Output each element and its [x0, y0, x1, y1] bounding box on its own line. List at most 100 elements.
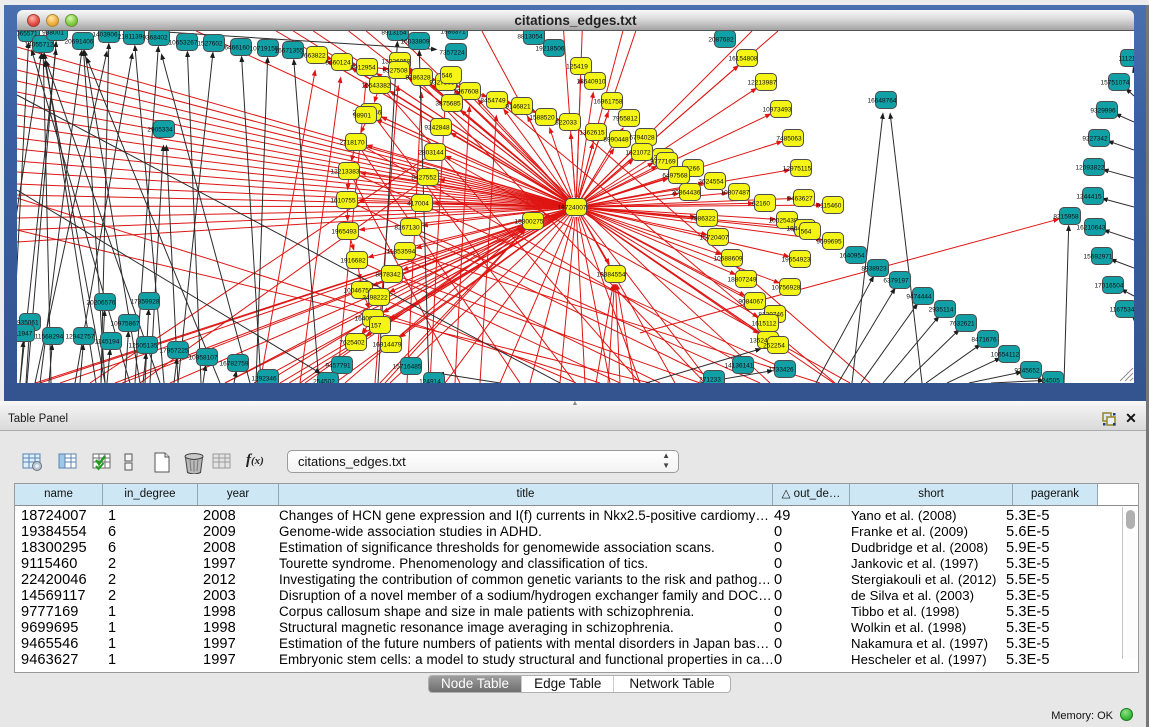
svg-text:17359928: 17359928	[131, 299, 160, 306]
svg-text:18640910: 18640910	[577, 79, 606, 86]
svg-text:7625402: 7625402	[339, 340, 365, 347]
svg-text:9329996: 9329996	[1090, 108, 1116, 115]
svg-text:7485063: 7485063	[776, 136, 802, 143]
svg-text:3624554: 3624554	[698, 179, 724, 186]
svg-text:10958107: 10958107	[189, 355, 218, 362]
svg-text:822033: 822033	[555, 120, 577, 127]
svg-text:9242848: 9242848	[424, 125, 450, 132]
svg-text:7663822: 7663822	[300, 53, 326, 60]
svg-text:18807249: 18807249	[728, 277, 757, 284]
svg-text:157: 157	[371, 323, 382, 330]
svg-text:20691406: 20691406	[65, 39, 94, 46]
svg-text:7955812: 7955812	[612, 116, 638, 123]
svg-text:8912954: 8912954	[350, 65, 376, 72]
svg-text:8813054: 8813054	[517, 34, 543, 41]
svg-text:9146821: 9146821	[505, 104, 531, 111]
svg-text:8267130: 8267130	[394, 225, 420, 232]
svg-text:417004: 417004	[407, 201, 429, 208]
svg-text:10025438: 10025438	[769, 218, 798, 225]
svg-text:16154808: 16154808	[729, 56, 758, 63]
svg-text:1167534: 1167534	[1110, 307, 1134, 314]
svg-text:8454749: 8454749	[480, 98, 506, 105]
svg-text:1362615: 1362615	[579, 130, 605, 137]
svg-text:6497568: 6497568	[662, 173, 688, 180]
svg-text:564: 564	[801, 229, 812, 236]
svg-text:2181139: 2181139	[118, 34, 143, 41]
svg-text:9463627: 9463627	[787, 196, 813, 203]
svg-text:11568294: 11568294	[35, 334, 64, 341]
svg-text:16782759: 16782759	[220, 361, 249, 368]
svg-text:124914: 124914	[419, 379, 441, 384]
svg-text:8660124: 8660124	[325, 60, 351, 67]
svg-text:11353594: 11353594	[387, 249, 416, 256]
svg-text:924505: 924505	[1038, 378, 1060, 384]
svg-text:8938923: 8938923	[861, 266, 887, 273]
svg-text:2087682: 2087682	[708, 37, 734, 44]
svg-text:8427552: 8427552	[411, 175, 437, 182]
svg-text:938001: 938001	[42, 31, 64, 37]
svg-text:16914479: 16914479	[373, 342, 402, 349]
svg-text:254502: 254502	[313, 379, 335, 384]
svg-text:10973493: 10973493	[763, 107, 792, 114]
svg-text:20364436: 20364436	[672, 190, 701, 197]
svg-text:17016504: 17016504	[1095, 283, 1124, 290]
svg-text:1244415: 1244415	[1076, 194, 1102, 201]
svg-text:3911947: 3911947	[17, 331, 33, 338]
svg-text:1588520: 1588520	[529, 115, 555, 122]
svg-text:12213987: 12213987	[748, 80, 777, 87]
svg-text:9115460: 9115460	[817, 203, 842, 210]
svg-text:7986322: 7986322	[690, 216, 716, 223]
svg-text:19654923: 19654923	[782, 257, 811, 264]
svg-text:15751074: 15751074	[1101, 80, 1130, 87]
svg-text:1733426: 1733426	[768, 367, 794, 374]
svg-text:1986371: 1986371	[440, 31, 466, 36]
svg-text:15720407: 15720407	[700, 235, 729, 242]
svg-text:9227342: 9227342	[1082, 136, 1108, 143]
svg-text:9457791: 9457791	[325, 363, 351, 370]
svg-text:9245652: 9245652	[1014, 368, 1040, 375]
svg-text:10653267: 10653267	[169, 40, 198, 47]
svg-text:16210643: 16210643	[1077, 225, 1106, 232]
svg-text:9368402: 9368402	[142, 35, 168, 42]
svg-text:1965493: 1965493	[331, 229, 357, 236]
svg-text:16033809: 16033809	[401, 39, 430, 46]
svg-text:1403906: 1403906	[92, 32, 118, 39]
svg-text:9699695: 9699695	[816, 239, 842, 246]
svg-text:12505135: 12505135	[129, 343, 158, 350]
svg-text:11121: 11121	[1118, 56, 1134, 63]
svg-text:10688609: 10688609	[714, 256, 743, 263]
svg-text:15692971: 15692971	[1084, 254, 1113, 261]
svg-text:3875685: 3875685	[435, 101, 461, 108]
svg-text:125419: 125419	[566, 64, 588, 71]
svg-text:6466160: 6466160	[224, 45, 250, 52]
svg-text:14055712: 14055712	[25, 42, 54, 49]
svg-text:16543382: 16543382	[362, 83, 391, 90]
svg-text:18724007: 18724007	[558, 205, 587, 212]
svg-text:1916682: 1916682	[340, 258, 366, 265]
svg-text:10756928: 10756928	[772, 285, 801, 292]
svg-text:3498222: 3498222	[362, 295, 388, 302]
svg-text:9084067: 9084067	[738, 299, 764, 306]
svg-text:16648764: 16648764	[868, 98, 897, 105]
svg-text:12975115: 12975115	[783, 166, 812, 173]
svg-text:2935114: 2935114	[929, 307, 954, 314]
svg-text:20206576: 20206576	[87, 300, 116, 307]
svg-text:2803144: 2803144	[418, 150, 444, 157]
svg-text:98901: 98901	[353, 113, 371, 120]
svg-text:1527602: 1527602	[197, 41, 223, 48]
svg-text:7632621: 7632621	[949, 321, 975, 328]
svg-text:8878342: 8878342	[375, 272, 401, 279]
svg-text:10654112: 10654112	[991, 352, 1020, 359]
svg-text:10807487: 10807487	[721, 190, 750, 197]
svg-text:1615112: 1615112	[752, 321, 777, 328]
svg-text:1292346: 1292346	[251, 376, 277, 383]
svg-text:12093822: 12093822	[1076, 165, 1105, 172]
svg-text:1640954: 1640954	[839, 253, 865, 260]
svg-text:1621072: 1621072	[625, 150, 651, 157]
svg-text:271233: 271233	[699, 377, 721, 384]
svg-text:8215958: 8215958	[1053, 214, 1079, 221]
svg-text:8186328: 8186328	[405, 75, 431, 82]
svg-text:15300275: 15300275	[515, 219, 544, 226]
svg-text:9474444: 9474444	[906, 294, 932, 301]
svg-text:17957225: 17957225	[160, 348, 189, 355]
